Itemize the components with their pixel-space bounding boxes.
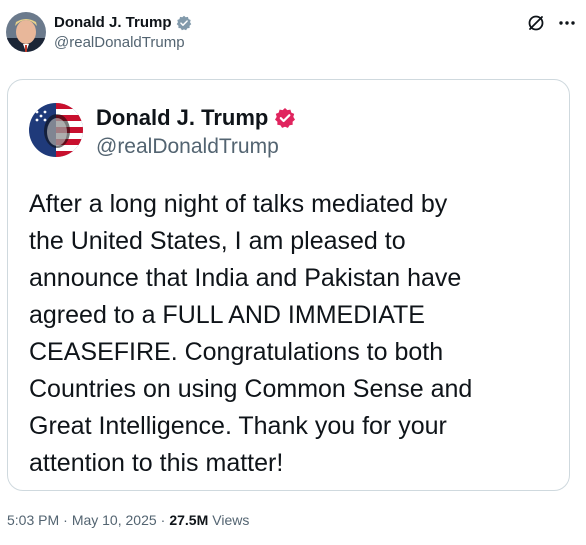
embedded-post-card[interactable]: Donald J. Trump @realDonaldTrump After a… bbox=[7, 79, 570, 491]
embedded-author-name-text: Donald J. Trump bbox=[96, 105, 269, 130]
post-meta: 5:03 PM · May 10, 2025 · 27.5M Views bbox=[7, 512, 249, 528]
post-time[interactable]: 5:03 PM bbox=[7, 512, 59, 528]
embedded-post-text: After a long night of talks mediated by … bbox=[29, 190, 473, 477]
grok-icon[interactable] bbox=[527, 14, 545, 32]
embedded-author-handle: @realDonaldTrump bbox=[96, 135, 279, 158]
more-options-icon[interactable] bbox=[556, 12, 578, 34]
views-count[interactable]: 27.5M bbox=[169, 512, 208, 528]
avatar[interactable] bbox=[6, 12, 46, 52]
verified-badge-icon bbox=[274, 107, 296, 129]
author-name-text[interactable]: Donald J. Trump bbox=[54, 14, 172, 31]
post: Donald J. Trump @realDonaldTrump Donald … bbox=[0, 0, 586, 545]
views-label: Views bbox=[212, 512, 250, 528]
author-handle[interactable]: @realDonaldTrump bbox=[54, 34, 185, 51]
meta-separator: · bbox=[63, 512, 68, 528]
meta-separator: · bbox=[160, 512, 166, 528]
embedded-avatar bbox=[29, 103, 83, 157]
verified-badge-icon[interactable] bbox=[176, 15, 192, 31]
post-date[interactable]: May 10, 2025 bbox=[72, 512, 157, 528]
author-name[interactable]: Donald J. Trump bbox=[54, 14, 192, 31]
embedded-author-name: Donald J. Trump bbox=[96, 105, 296, 131]
